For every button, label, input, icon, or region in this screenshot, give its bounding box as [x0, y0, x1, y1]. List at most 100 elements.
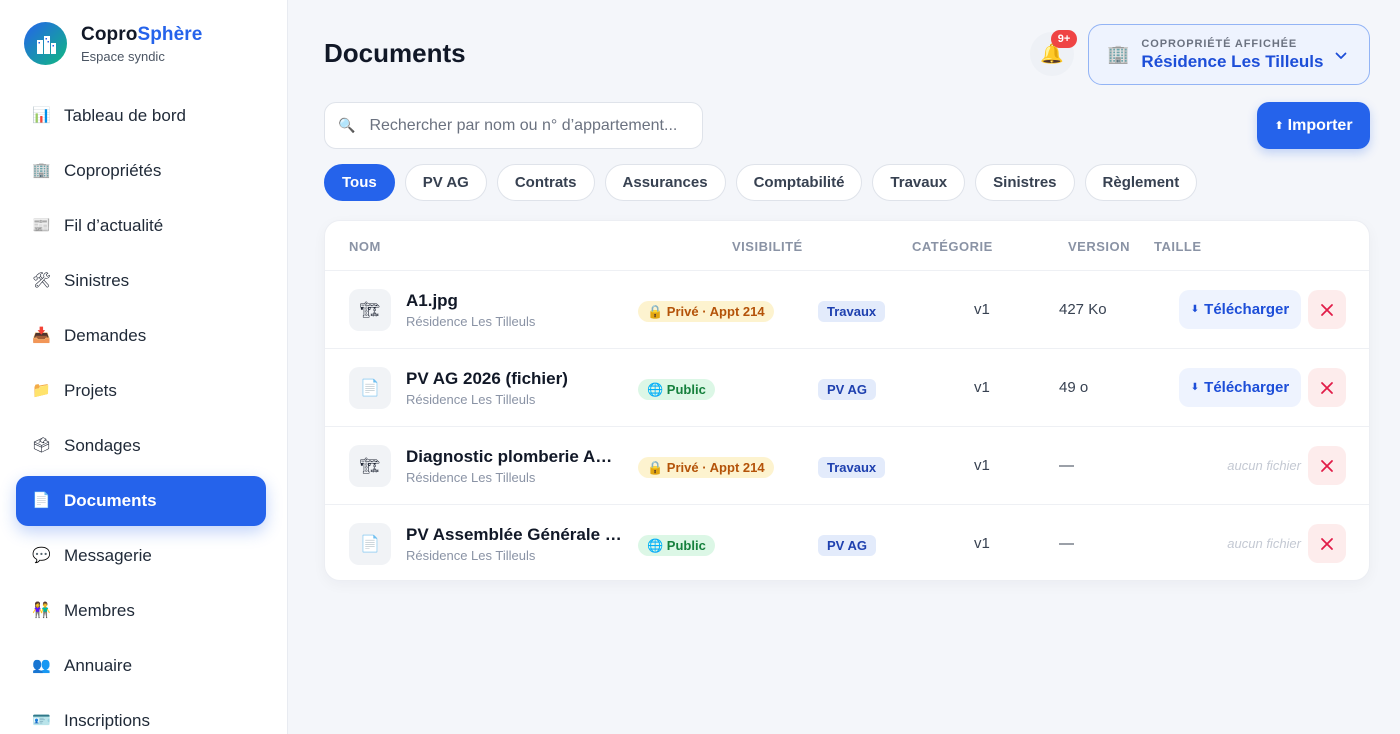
- search-icon: 🔍: [338, 117, 356, 133]
- sidebar-item-projets[interactable]: 📁 Projets: [16, 366, 266, 416]
- contacts-icon: 👥: [32, 657, 51, 674]
- sidebar-nav: 📊 Tableau de bord 🏢 Copropriétés 📰 Fil d’actu…: [16, 91, 266, 734]
- upload-arrow-icon: ⬆: [1274, 120, 1284, 132]
- notifications-badge: 9+: [1051, 30, 1077, 48]
- sidebar-item-label: Sinistres: [64, 271, 130, 290]
- visibility-badge: 🌐 Public: [638, 379, 715, 400]
- filter-chip-travaux[interactable]: Travaux: [872, 164, 966, 201]
- search-box[interactable]: 🔍: [324, 102, 703, 149]
- document-name[interactable]: Diagnostic plomberie Apt ...: [406, 447, 622, 467]
- document-version: v1: [974, 379, 990, 396]
- column-header-version[interactable]: Version: [1068, 239, 1130, 254]
- document-icon: 📄: [349, 523, 391, 565]
- table-row[interactable]: 🏗 Diagnostic plomberie Apt ... Résidence L…: [325, 427, 1369, 505]
- document-name[interactable]: PV Assemblée Générale 2...: [406, 525, 622, 545]
- column-header-name[interactable]: Nom: [349, 239, 381, 254]
- document-copropriete: Résidence Les Tilleuls: [406, 314, 536, 329]
- filter-chip-sinistres[interactable]: Sinistres: [975, 164, 1075, 201]
- search-input[interactable]: [369, 116, 690, 135]
- document-copropriete: Résidence Les Tilleuls: [406, 392, 536, 407]
- sidebar-item-label: Copropriétés: [64, 161, 162, 180]
- construction-crane-icon: 🏗: [349, 289, 391, 331]
- import-label: Importer: [1287, 116, 1353, 134]
- table-row[interactable]: 📄 PV Assemblée Générale 2... Résidence Les…: [325, 505, 1369, 580]
- document-version: v1: [974, 457, 990, 474]
- sidebar-item-inscriptions[interactable]: 🪪 Inscriptions: [16, 696, 266, 734]
- people-icon: 👫: [32, 602, 51, 619]
- sidebar-item-fil-d-actualite[interactable]: 📰 Fil d’actualité: [16, 201, 266, 251]
- filter-chip-reglement[interactable]: Règlement: [1084, 164, 1198, 201]
- city-logo-icon: [24, 22, 67, 65]
- document-icon: 📄: [32, 492, 51, 509]
- delete-button[interactable]: [1308, 446, 1346, 485]
- sidebar-item-sondages[interactable]: 🗳 Sondages: [16, 421, 266, 471]
- document-icon: 📄: [349, 367, 391, 409]
- delete-button[interactable]: [1308, 290, 1346, 329]
- document-size: —: [1059, 457, 1074, 474]
- sidebar-item-coproprietes[interactable]: 🏢 Copropriétés: [16, 146, 266, 196]
- sidebar-item-label: Tableau de bord: [64, 106, 186, 125]
- table-row[interactable]: 📄 PV AG 2026 (fichier) Résidence Les Tille…: [325, 349, 1369, 427]
- filter-chip-comptabilite[interactable]: Comptabilité: [735, 164, 863, 201]
- download-button[interactable]: ⬇ Télécharger: [1179, 368, 1301, 407]
- folder-icon: 📁: [32, 382, 51, 399]
- documents-table: Nom Visibilité Catégorie Version Taille …: [324, 220, 1370, 581]
- page-title: Documents: [324, 38, 466, 68]
- document-name[interactable]: A1.jpg: [406, 291, 622, 311]
- id-card-icon: 🪪: [32, 712, 51, 729]
- sidebar-item-label: Inscriptions: [64, 711, 150, 730]
- document-copropriete: Résidence Les Tilleuls: [406, 548, 536, 563]
- chat-bubble-icon: 💬: [32, 547, 51, 564]
- category-badge: Travaux: [818, 301, 886, 322]
- sidebar-item-label: Demandes: [64, 326, 147, 345]
- delete-button[interactable]: [1308, 368, 1346, 407]
- download-arrow-icon: ⬇: [1190, 382, 1200, 393]
- close-icon: [1321, 381, 1333, 394]
- filter-chip-tous[interactable]: Tous: [324, 164, 395, 201]
- table-row[interactable]: 🏗 A1.jpg Résidence Les Tilleuls 🔒 Privé · A…: [325, 271, 1369, 349]
- document-version: v1: [974, 535, 990, 552]
- column-header-category[interactable]: Catégorie: [912, 239, 993, 254]
- sidebar-item-membres[interactable]: 👫 Membres: [16, 586, 266, 636]
- category-badge: PV AG: [818, 379, 876, 400]
- copro-caption: Copropriété affichée: [1141, 37, 1298, 50]
- sidebar-item-label: Sondages: [64, 436, 141, 455]
- filter-chip-contrats[interactable]: Contrats: [496, 164, 595, 201]
- sidebar-item-label: Projets: [64, 381, 117, 400]
- visibility-badge: 🔒 Privé · Appt 214: [638, 301, 774, 322]
- filter-chip-pv-ag[interactable]: PV AG: [404, 164, 487, 201]
- table-body: 🏗 A1.jpg Résidence Les Tilleuls 🔒 Privé · A…: [325, 271, 1369, 580]
- newspaper-icon: 📰: [32, 217, 51, 234]
- column-header-visibility[interactable]: Visibilité: [732, 239, 803, 254]
- category-badge: Travaux: [818, 457, 886, 478]
- sidebar-item-demandes[interactable]: 📥 Demandes: [16, 311, 266, 361]
- tools-icon: 🛠: [32, 272, 52, 289]
- sidebar-item-label: Annuaire: [64, 656, 133, 675]
- close-icon: [1321, 303, 1333, 316]
- filter-chip-assurances[interactable]: Assurances: [604, 164, 726, 201]
- download-button[interactable]: ⬇ Télécharger: [1179, 290, 1301, 329]
- sidebar-item-messagerie[interactable]: 💬 Messagerie: [16, 531, 266, 581]
- document-size: 427 Ko: [1059, 301, 1107, 318]
- import-button[interactable]: ⬆ Importer: [1257, 102, 1370, 149]
- brand-name-suffix: Sphère: [137, 23, 203, 45]
- sidebar-item-documents[interactable]: 📄 Documents: [16, 476, 266, 526]
- sidebar-item-annuaire[interactable]: 👥 Annuaire: [16, 641, 266, 691]
- document-size: —: [1059, 535, 1074, 552]
- document-size: 49 o: [1059, 379, 1089, 396]
- sidebar-item-tableau-de-bord[interactable]: 📊 Tableau de bord: [16, 91, 266, 141]
- brand[interactable]: CoproSphère Espace syndic: [24, 22, 202, 65]
- visibility-badge: 🌐 Public: [638, 535, 715, 556]
- no-file-label: aucun fichier: [1227, 458, 1301, 473]
- column-header-size[interactable]: Taille: [1154, 239, 1202, 254]
- copropriete-selector[interactable]: 🏢 Copropriété affichée Résidence Les Til…: [1088, 24, 1370, 85]
- download-label: Télécharger: [1204, 301, 1290, 318]
- document-version: v1: [974, 301, 990, 318]
- close-icon: [1321, 537, 1333, 550]
- document-name[interactable]: PV AG 2026 (fichier): [406, 369, 622, 389]
- building-icon: 🏢: [32, 162, 51, 179]
- ballot-box-icon: 🗳: [32, 437, 52, 454]
- document-copropriete: Résidence Les Tilleuls: [406, 470, 536, 485]
- delete-button[interactable]: [1308, 524, 1346, 563]
- sidebar-item-sinistres[interactable]: 🛠 Sinistres: [16, 256, 266, 306]
